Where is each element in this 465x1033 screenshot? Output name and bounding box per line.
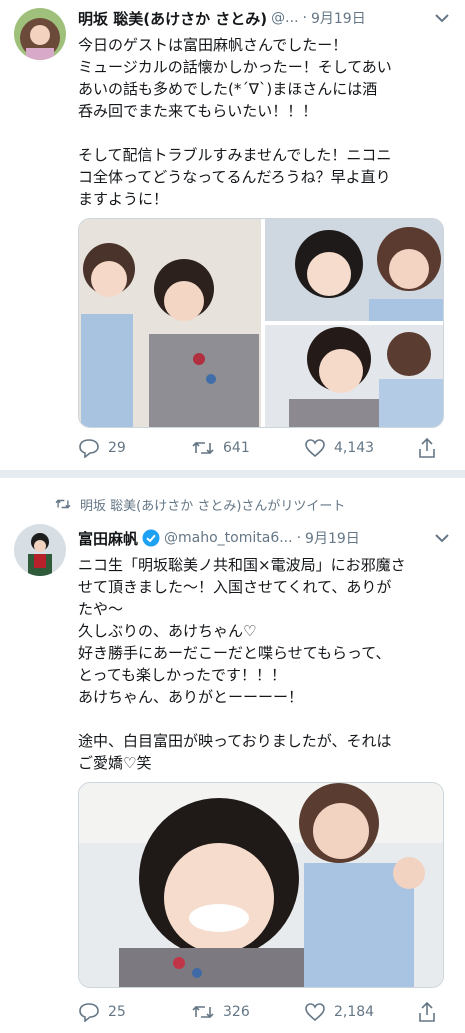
share-icon — [419, 1001, 435, 1022]
reply-icon — [79, 1003, 99, 1022]
separator-dot: · — [302, 10, 307, 26]
retweet-context-label[interactable]: 明坂 聡美(あけさか さとみ)さんがリツイート — [80, 495, 345, 514]
tweet-text-line: そして配信トラブルすみませんでした！ニコニ — [78, 146, 392, 164]
tweet-text-line: 今日のゲストは富田麻帆さんでしたー！ — [78, 36, 348, 54]
author-name[interactable]: 富田麻帆 — [78, 528, 138, 549]
verified-badge-icon — [142, 529, 160, 547]
tweet-date[interactable]: 9月19日 — [311, 8, 366, 28]
tweet-text-line: あいの話も多めでした(*ˊ∇ˋ)まほさんには酒 — [78, 80, 378, 98]
author-name[interactable]: 明坂 聡美(あけさか さとみ) — [78, 8, 267, 29]
tweet-text-blank — [78, 708, 451, 730]
photo[interactable] — [78, 782, 444, 988]
tweet-text-line: 途中、白目富田が映っておりましたが、それは — [78, 732, 392, 750]
like-count: 4,143 — [334, 440, 375, 456]
author-handle[interactable]: @maho_tomita6... — [164, 530, 293, 546]
reply-count: 29 — [108, 440, 126, 456]
tweet-text-line: せて頂きました〜！入国させてくれて、ありが — [78, 578, 392, 596]
tweet-date[interactable]: 9月19日 — [305, 528, 360, 548]
tweet-text-line: ミュージカルの話懐かしかったー！そしてあい — [78, 58, 392, 76]
avatar-tomita[interactable] — [14, 524, 66, 576]
photo-collage[interactable] — [79, 219, 444, 428]
tweet-text-line: たや〜 — [78, 600, 124, 618]
retweet-icon — [192, 1005, 214, 1019]
retweet-context: 明坂 聡美(あけさか さとみ)さんがリツイート — [54, 494, 345, 514]
tweet-text-line: ますように！ — [78, 190, 169, 208]
tweet-text-line: ニコ生「明坂聡美ノ共和国×電波局」にお邪魔さ — [78, 556, 406, 574]
like-button[interactable]: 2,184 — [304, 1002, 417, 1022]
retweet-icon — [55, 499, 71, 509]
retweet-count: 641 — [223, 440, 250, 456]
tweet-text: 今日のゲストは富田麻帆さんでしたー！ ミュージカルの話懐かしかったー！そしてあい… — [78, 34, 451, 210]
share-button[interactable] — [417, 437, 445, 459]
author-handle[interactable]: @... — [271, 10, 298, 26]
retweet-button[interactable]: 326 — [191, 1002, 304, 1022]
separator-dot: · — [296, 530, 302, 546]
share-icon — [419, 437, 435, 458]
tweet-tomita[interactable]: 明坂 聡美(あけさか さとみ)さんがリツイート 富田麻帆 @maho_tomit… — [0, 478, 465, 1033]
tweet-text-line: 久しぶりの、あけちゃん♡ — [78, 622, 257, 640]
tweet-text-line: コ全体ってどうなってるんだろうね？早よ直り — [78, 168, 391, 186]
tweet-text-line: 呑み回でまた来てもらいたい！！！ — [78, 102, 318, 120]
tweet-text-blank — [78, 122, 451, 144]
retweet-icon — [192, 441, 214, 455]
reply-button[interactable]: 25 — [78, 1002, 191, 1022]
retweet-count: 326 — [223, 1004, 250, 1020]
chevron-down-icon[interactable] — [431, 528, 453, 548]
reply-icon — [79, 439, 99, 458]
retweet-button[interactable]: 641 — [191, 438, 304, 458]
photo-grid[interactable] — [78, 218, 444, 428]
like-button[interactable]: 4,143 — [304, 438, 417, 458]
photo-image[interactable] — [79, 783, 444, 988]
tweet-text-line: ご愛嬌♡笑 — [78, 754, 152, 772]
like-icon — [305, 439, 325, 458]
like-count: 2,184 — [334, 1004, 375, 1020]
like-icon — [305, 1003, 325, 1022]
tweet-text-line: あけちゃん、ありがとーーーー！ — [78, 688, 304, 706]
tweet-text: ニコ生「明坂聡美ノ共和国×電波局」にお邪魔さ せて頂きました〜！入国させてくれて… — [78, 554, 451, 774]
reply-button[interactable]: 29 — [78, 438, 191, 458]
chevron-down-icon[interactable] — [431, 8, 453, 28]
tweet-separator — [0, 470, 465, 478]
tweet-text-line: とっても楽しかったです！！！ — [78, 666, 287, 684]
tweet-akesaka[interactable]: 明坂 聡美(あけさか さとみ) @... · 9月19日 今日のゲストは富田麻帆… — [0, 0, 465, 470]
share-button[interactable] — [417, 1001, 445, 1023]
avatar-akesaka[interactable] — [14, 8, 66, 60]
reply-count: 25 — [108, 1004, 126, 1020]
tweet-text-line: 好き勝手にあーだこーだと喋らせてもらって、 — [78, 644, 391, 662]
